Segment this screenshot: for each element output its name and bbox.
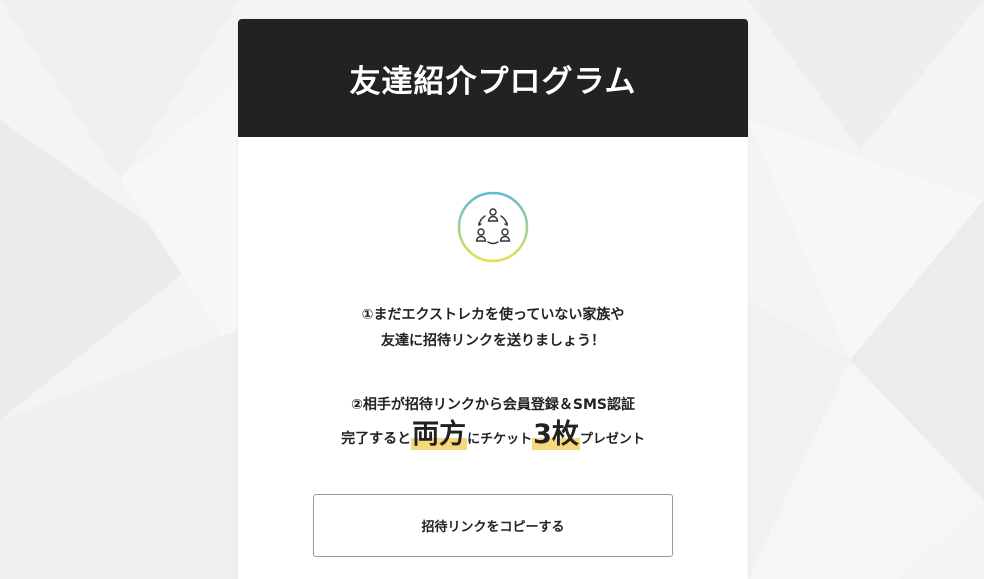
referral-people-icon	[457, 191, 529, 263]
step2-description: ②相手が招待リンクから会員登録＆SMS認証 完了すると両方にチケット3枚プレゼン…	[238, 392, 748, 453]
step2-line1: ②相手が招待リンクから会員登録＆SMS認証	[351, 397, 635, 413]
card-header: 友達紹介プログラム	[238, 19, 748, 137]
step1-description: ①まだエクストレカを使っていない家族や 友達に招待リンクを送りましょう！	[238, 302, 748, 354]
page-title: 友達紹介プログラム	[349, 63, 637, 100]
highlight-both: 両方	[411, 419, 468, 450]
highlight-ticket-count: 3枚	[532, 419, 580, 450]
step1-line2: 友達に招待リンクを送りましょう！	[381, 333, 605, 349]
step1-line1: ①まだエクストレカを使っていない家族や	[361, 307, 625, 323]
copy-invite-link-button[interactable]: 招待リンクをコピーする	[313, 494, 673, 557]
step2-prefix: 完了すると	[341, 431, 412, 447]
step2-line2: 完了すると両方にチケット3枚プレゼント	[238, 419, 748, 453]
step2-middle: にチケット	[467, 432, 533, 447]
referral-card: 友達紹介プログラム ①まだエクストレカを使っていない家族や 友達に招待リンクを送…	[238, 19, 748, 579]
step2-suffix: プレゼント	[579, 432, 645, 447]
